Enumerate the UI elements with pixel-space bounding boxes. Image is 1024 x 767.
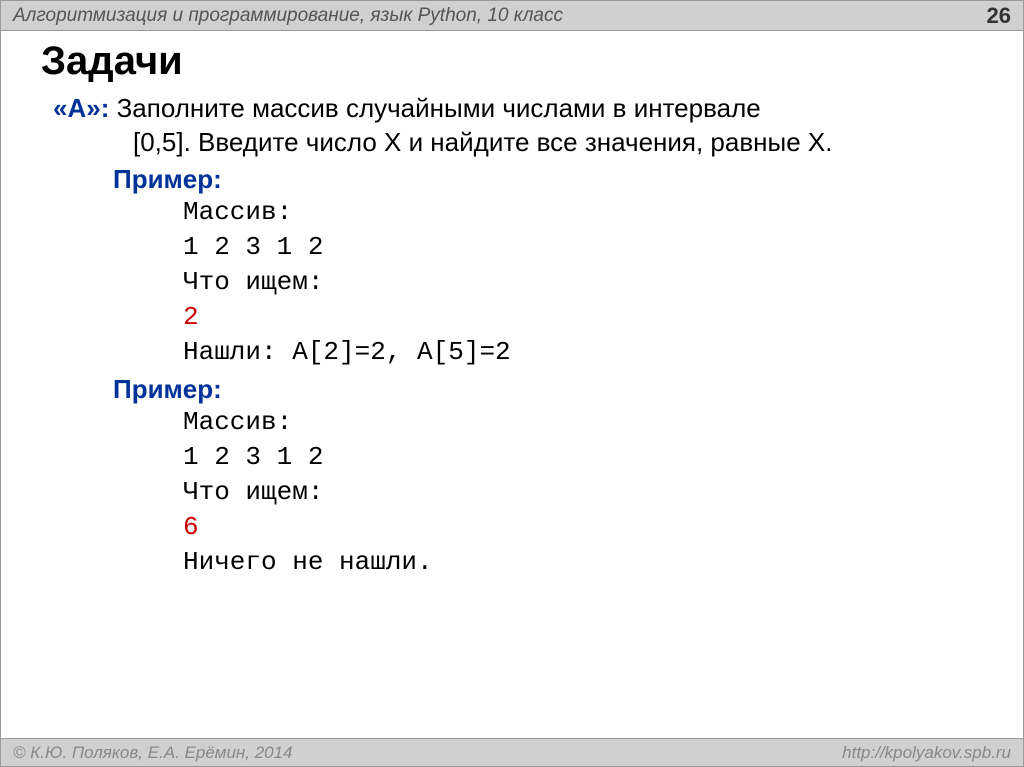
example1-search-label: Что ищем: (183, 265, 983, 300)
task-label: «A»: (53, 93, 109, 123)
footer-copyright: © К.Ю. Поляков, Е.А. Ерёмин, 2014 (13, 743, 293, 763)
example2-label: Пример: (113, 374, 983, 405)
example1-search-value: 2 (183, 300, 983, 335)
example2-array-label: Массив: (183, 405, 983, 440)
task-text-2: [0,5]. Введите число X и найдите все зна… (133, 126, 983, 160)
header-title: Алгоритмизация и программирование, язык … (13, 5, 563, 27)
example2-search-value: 6 (183, 510, 983, 545)
page-number: 26 (987, 3, 1011, 29)
main-title: Задачи (41, 39, 983, 84)
example1-result: Нашли: A[2]=2, A[5]=2 (183, 335, 983, 370)
footer-bar: © К.Ю. Поляков, Е.А. Ерёмин, 2014 http:/… (1, 738, 1023, 766)
task-text-1: Заполните массив случайными числами в ин… (109, 93, 760, 123)
slide-content: Задачи «A»: Заполните массив случайными … (1, 31, 1023, 581)
example1-array-label: Массив: (183, 195, 983, 230)
footer-url: http://kpolyakov.spb.ru (842, 743, 1011, 763)
example2-result: Ничего не нашли. (183, 545, 983, 580)
task-block: «A»: Заполните массив случайными числами… (53, 92, 983, 581)
task-description-line1: «A»: Заполните массив случайными числами… (53, 92, 983, 126)
header-bar: Алгоритмизация и программирование, язык … (1, 1, 1023, 31)
example1-label: Пример: (113, 164, 983, 195)
example2-array-values: 1 2 3 1 2 (183, 440, 983, 475)
example1-array-values: 1 2 3 1 2 (183, 230, 983, 265)
example2-search-label: Что ищем: (183, 475, 983, 510)
